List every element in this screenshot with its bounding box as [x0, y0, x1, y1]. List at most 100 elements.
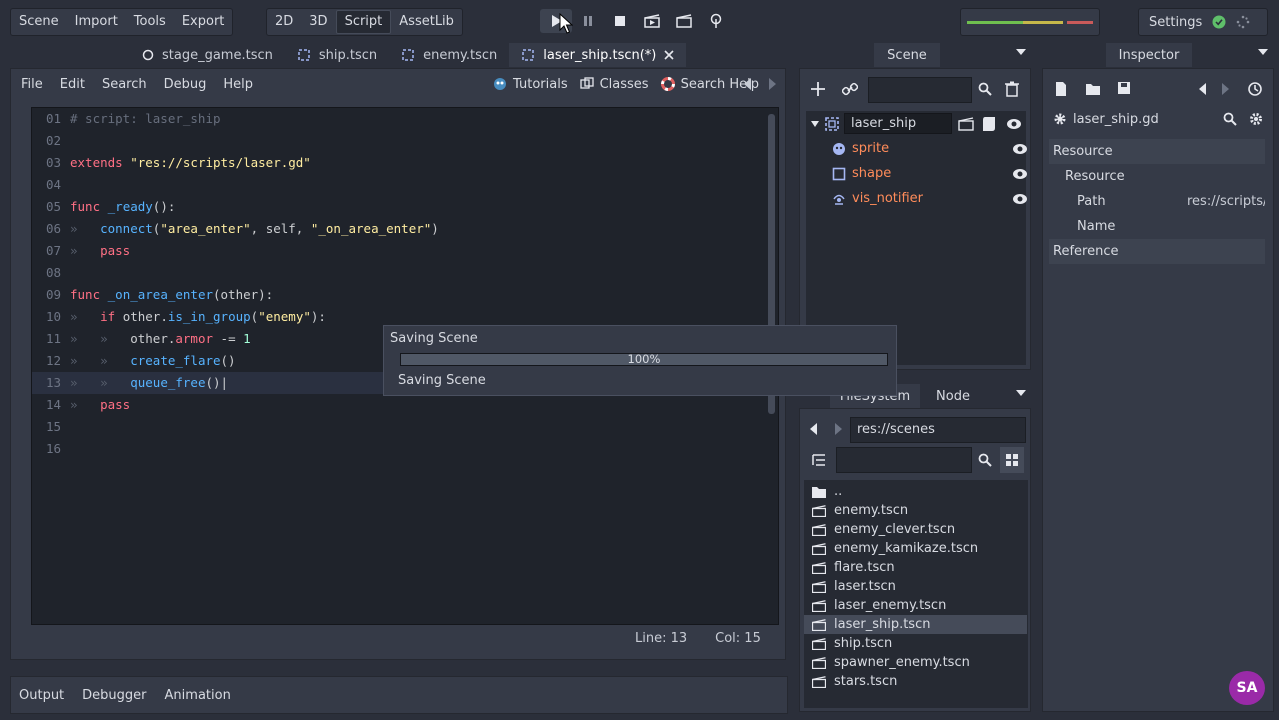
- tab-animation[interactable]: Animation: [165, 688, 231, 703]
- grid-view-button[interactable]: [1000, 447, 1024, 473]
- debug-options-button[interactable]: [700, 9, 732, 33]
- search-icon[interactable]: [978, 82, 992, 96]
- trash-icon[interactable]: [1005, 81, 1019, 97]
- dock-menu-icon[interactable]: [1016, 48, 1026, 56]
- tree-node-sprite[interactable]: sprite: [806, 136, 1034, 161]
- path-value-field[interactable]: res://scripts/: [1187, 194, 1265, 209]
- editor-menu-edit[interactable]: Edit: [60, 77, 85, 92]
- scene-filter-input[interactable]: [868, 77, 972, 103]
- instance-icon[interactable]: [958, 116, 974, 131]
- menu-export[interactable]: Export: [174, 9, 233, 35]
- new-resource-icon[interactable]: [1055, 81, 1067, 97]
- file-item[interactable]: spawner_enemy.tscn: [804, 653, 1027, 672]
- root-node-name[interactable]: laser_ship: [844, 113, 952, 134]
- collapse-arrow-icon[interactable]: [810, 119, 820, 129]
- tree-node-vis-notifier[interactable]: vis_notifier: [806, 186, 1034, 211]
- history-forward-icon[interactable]: [1221, 83, 1229, 95]
- code-line[interactable]: 15: [32, 416, 766, 438]
- file-item[interactable]: enemy_kamikaze.tscn: [804, 539, 1027, 558]
- settings-icon[interactable]: [1249, 112, 1263, 126]
- file-item[interactable]: enemy.tscn: [804, 501, 1027, 520]
- add-node-icon[interactable]: [810, 81, 826, 97]
- name-value-field[interactable]: [1187, 217, 1265, 237]
- tab-node[interactable]: Node: [926, 384, 980, 408]
- tab-laser-ship[interactable]: laser_ship.tscn(*): [509, 43, 687, 67]
- menu-scene[interactable]: Scene: [11, 9, 67, 35]
- code-line[interactable]: 04: [32, 174, 766, 196]
- arrow-right-icon[interactable]: [768, 78, 776, 90]
- dock-menu-icon[interactable]: [1016, 389, 1026, 397]
- path-field[interactable]: res://scenes: [850, 417, 1026, 443]
- section-resource[interactable]: Resource: [1049, 139, 1265, 164]
- code-line[interactable]: 02: [32, 130, 766, 152]
- code-line[interactable]: 16: [32, 438, 766, 460]
- tab-stage-game[interactable]: stage_game.tscn: [130, 43, 285, 67]
- file-item[interactable]: ship.tscn: [804, 634, 1027, 653]
- tutorials-button[interactable]: Tutorials: [493, 77, 568, 92]
- code-line[interactable]: 06 » connect("area_enter", self, "_on_are…: [32, 218, 766, 240]
- file-item[interactable]: ..: [804, 482, 1027, 501]
- workspace-3d[interactable]: 3D: [301, 9, 335, 35]
- arrow-right-icon[interactable]: [834, 423, 842, 435]
- stop-button[interactable]: [604, 9, 636, 33]
- code-line[interactable]: 07 » pass: [32, 240, 766, 262]
- eye-icon[interactable]: [1012, 193, 1028, 205]
- eye-icon[interactable]: [1006, 118, 1022, 130]
- tab-output[interactable]: Output: [19, 688, 64, 703]
- workspace-script[interactable]: Script: [335, 10, 392, 34]
- close-icon[interactable]: [664, 50, 674, 60]
- arrow-left-icon[interactable]: [810, 423, 818, 435]
- menu-import[interactable]: Import: [67, 9, 126, 35]
- play-custom-scene-button[interactable]: [668, 9, 700, 33]
- file-name: flare.tscn: [834, 560, 895, 575]
- editor-menu-debug[interactable]: Debug: [164, 77, 207, 92]
- code-line[interactable]: 01 # script: laser_ship: [32, 108, 766, 130]
- classes-button[interactable]: Classes: [579, 77, 649, 92]
- editor-menu-help[interactable]: Help: [223, 77, 253, 92]
- performance-meter: [960, 8, 1100, 36]
- play-scene-button[interactable]: [636, 9, 668, 33]
- tree-root[interactable]: laser_ship: [806, 111, 1034, 136]
- workspace-2d[interactable]: 2D: [267, 9, 301, 35]
- code-line[interactable]: 14 » pass: [32, 394, 766, 416]
- tab-inspector[interactable]: Inspector: [1106, 43, 1192, 67]
- dock-menu-icon[interactable]: [1258, 48, 1268, 56]
- search-icon[interactable]: [1223, 112, 1237, 126]
- history-icon[interactable]: [1247, 81, 1263, 97]
- search-icon[interactable]: [978, 453, 992, 467]
- file-item[interactable]: flare.tscn: [804, 558, 1027, 577]
- save-icon[interactable]: [1117, 81, 1131, 95]
- file-item[interactable]: laser_enemy.tscn: [804, 596, 1027, 615]
- file-item[interactable]: enemy_clever.tscn: [804, 520, 1027, 539]
- workspace-assetlib[interactable]: AssetLib: [391, 9, 462, 35]
- subsection-resource[interactable]: Resource: [1049, 164, 1265, 189]
- file-item[interactable]: stars.tscn: [804, 672, 1027, 691]
- file-item[interactable]: laser.tscn: [804, 577, 1027, 596]
- tab-debugger[interactable]: Debugger: [82, 688, 146, 703]
- settings-button[interactable]: Settings: [1149, 15, 1202, 30]
- code-line[interactable]: 05 func _ready():: [32, 196, 766, 218]
- history-back-icon[interactable]: [1199, 83, 1207, 95]
- code-line[interactable]: 03 extends "res://scripts/laser.gd": [32, 152, 766, 174]
- link-icon[interactable]: [842, 81, 858, 97]
- file-filter-input[interactable]: [836, 447, 972, 473]
- file-item[interactable]: laser_ship.tscn: [804, 615, 1027, 634]
- tab-ship[interactable]: ship.tscn: [284, 43, 390, 67]
- editor-menu-search[interactable]: Search: [102, 77, 147, 92]
- tab-scene[interactable]: Scene: [874, 43, 940, 67]
- code-line[interactable]: 08: [32, 262, 766, 284]
- tree-node-shape[interactable]: shape: [806, 161, 1034, 186]
- menu-tools[interactable]: Tools: [126, 9, 174, 35]
- tab-enemy[interactable]: enemy.tscn: [389, 43, 510, 67]
- section-reference[interactable]: Reference: [1049, 239, 1265, 264]
- eye-icon[interactable]: [1012, 168, 1028, 180]
- script-icon[interactable]: [982, 116, 996, 132]
- eye-icon[interactable]: [1012, 143, 1028, 155]
- workspace-switcher: 2D 3D Script AssetLib: [266, 8, 463, 36]
- code-line[interactable]: 09 func _on_area_enter(other):: [32, 284, 766, 306]
- pause-button[interactable]: [572, 9, 604, 33]
- editor-menu-file[interactable]: File: [21, 77, 43, 92]
- arrow-left-icon[interactable]: [744, 78, 752, 90]
- tree-toggle-icon[interactable]: [812, 453, 826, 467]
- open-folder-icon[interactable]: [1085, 82, 1101, 96]
